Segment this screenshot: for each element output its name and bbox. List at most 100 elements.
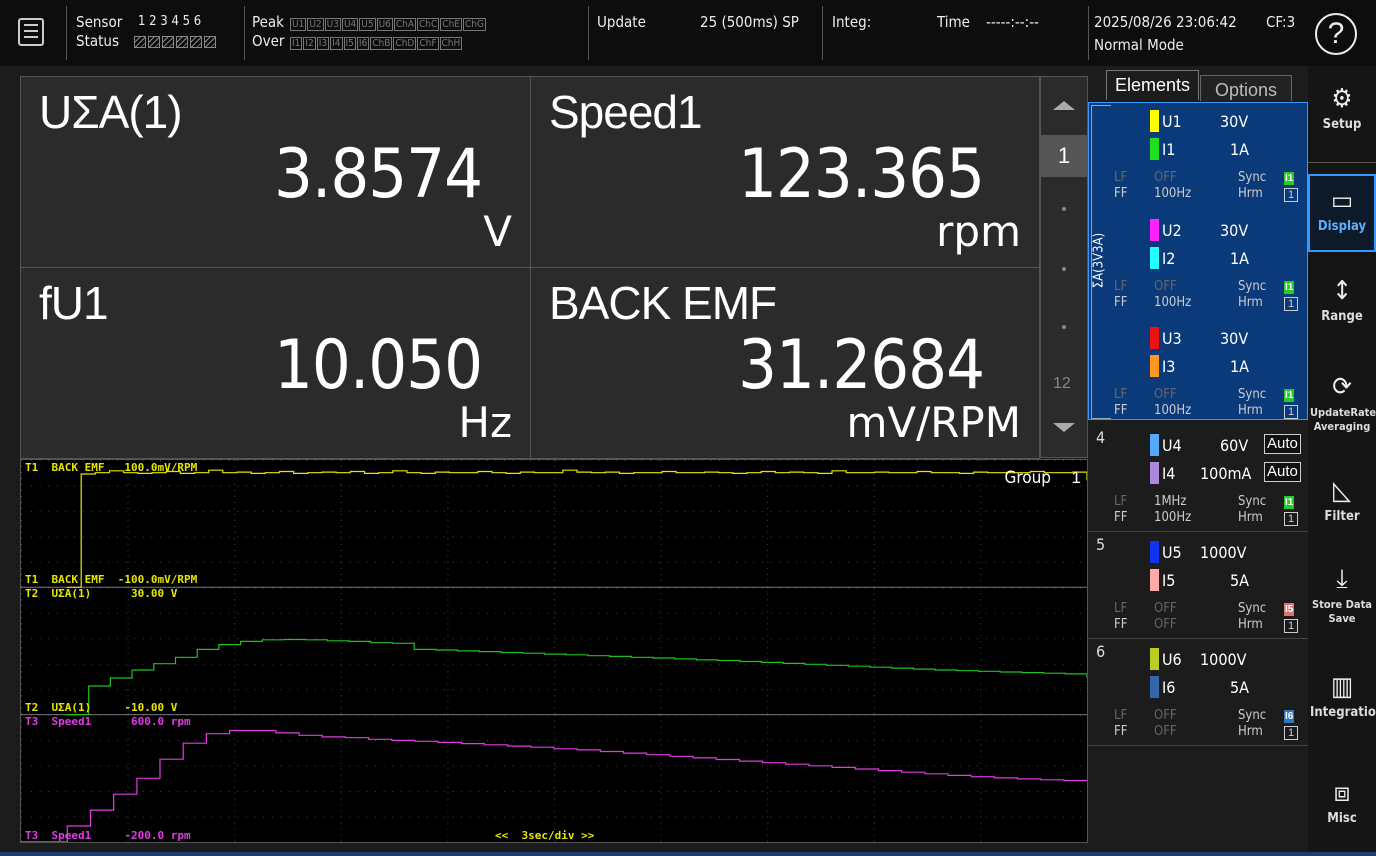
hrm-order-box[interactable]: 1: [1284, 188, 1298, 202]
current-range[interactable]: 5A: [1230, 571, 1249, 590]
value-unit: rpm: [936, 207, 1021, 256]
current-range[interactable]: 100mA: [1200, 464, 1251, 483]
peak-label: Peak: [252, 13, 284, 31]
trend-display[interactable]: Group 1 T1 BACK EMF 100.0mV/RPM T1 BACK …: [20, 459, 1088, 843]
sync-label: Sync: [1238, 708, 1267, 723]
total-pages: 12: [1053, 375, 1071, 392]
menu-display[interactable]: ▭ Display: [1308, 174, 1376, 252]
current-range[interactable]: 1A: [1230, 249, 1249, 268]
value-panel-2[interactable]: Speed1 123.365 rpm: [530, 76, 1040, 268]
current-range[interactable]: 5A: [1230, 678, 1249, 697]
voltage-channel: U5: [1162, 543, 1182, 562]
menu-list-icon[interactable]: [18, 18, 44, 46]
bottom-edge: [0, 852, 1376, 856]
freq-filter-value[interactable]: OFF: [1154, 617, 1177, 632]
wiring-group-1[interactable]: ΣA(3V3A): [1088, 102, 1308, 420]
menu-label: Store Data Save: [1311, 598, 1372, 625]
menu-store-data-save[interactable]: ⤓ Store Data Save: [1308, 564, 1376, 626]
lf-label: LF: [1114, 387, 1128, 402]
value-panel-4[interactable]: BACK EMF 31.2684 mV/RPM: [530, 267, 1040, 459]
menu-updaterate-averaging[interactable]: ⟳ UpdateRate Averaging: [1308, 372, 1376, 434]
value-name: UΣA(1): [39, 86, 183, 138]
value-name: BACK EMF: [549, 277, 777, 329]
line-filter-value[interactable]: OFF: [1154, 387, 1177, 402]
sync-source-chip[interactable]: I5: [1284, 603, 1295, 616]
trace-line-3: [21, 729, 1087, 842]
voltage-color-swatch: [1150, 219, 1159, 241]
freq-filter-value[interactable]: 100Hz: [1154, 295, 1191, 310]
current-range[interactable]: 1A: [1230, 357, 1249, 376]
help-button[interactable]: ?: [1315, 13, 1357, 55]
element-number: 6: [1096, 642, 1106, 661]
crest-factor: CF:3: [1266, 13, 1296, 31]
indicator-chip: ChE: [440, 18, 462, 31]
voltage-range[interactable]: 60V: [1220, 436, 1248, 455]
time-value: -----:--:--: [986, 13, 1039, 31]
current-channel: I4: [1162, 464, 1176, 483]
hrm-label: Hrm: [1238, 295, 1263, 310]
indicator-chip: ChB: [370, 37, 393, 50]
voltage-range[interactable]: 30V: [1220, 221, 1248, 240]
line-filter-value[interactable]: 1MHz: [1154, 494, 1186, 509]
value-panel-3[interactable]: fU1 10.050 Hz: [20, 267, 531, 459]
scroll-down-button[interactable]: [1041, 401, 1087, 457]
sync-source-chip[interactable]: I1: [1284, 389, 1295, 402]
tab-elements[interactable]: Elements: [1106, 70, 1200, 100]
voltage-range[interactable]: 30V: [1220, 112, 1248, 131]
auto-range-badge[interactable]: Auto: [1264, 462, 1301, 482]
voltage-color-swatch: [1150, 648, 1159, 670]
current-range[interactable]: 1A: [1230, 140, 1249, 159]
freq-filter-value[interactable]: 100Hz: [1154, 510, 1191, 525]
page-scroller: 1 12: [1040, 76, 1088, 458]
sync-source-chip[interactable]: I1: [1284, 496, 1295, 509]
hrm-order-box[interactable]: 1: [1284, 619, 1298, 633]
freq-filter-value[interactable]: OFF: [1154, 724, 1177, 739]
freq-filter-value[interactable]: 100Hz: [1154, 403, 1191, 418]
wiring-label: ΣA(3V3A): [1091, 232, 1107, 289]
sync-source-chip[interactable]: I6: [1284, 710, 1295, 723]
value-panel-1[interactable]: UΣA(1) 3.8574 V: [20, 76, 531, 268]
timebase-label[interactable]: << 3sec/div >>: [495, 829, 594, 842]
line-filter-value[interactable]: OFF: [1154, 279, 1177, 294]
menu-label: Range: [1321, 309, 1363, 324]
line-filter-value[interactable]: OFF: [1154, 170, 1177, 185]
line-filter-value[interactable]: OFF: [1154, 601, 1177, 616]
menu-setup[interactable]: ⚙ Setup: [1308, 84, 1376, 132]
over-indicators: I1 I2 I3 I4 I5 I6 ChB ChD ChF ChH: [290, 34, 463, 52]
line-filter-value[interactable]: OFF: [1154, 708, 1177, 723]
menu-misc[interactable]: ⧈ Misc: [1308, 778, 1376, 826]
ff-label: FF: [1114, 403, 1128, 418]
voltage-color-swatch: [1150, 110, 1159, 132]
auto-range-badge[interactable]: Auto: [1264, 434, 1301, 454]
current-page-indicator[interactable]: 1: [1041, 135, 1087, 177]
datetime: 2025/08/26 23:06:42: [1094, 13, 1237, 31]
value-unit: mV/RPM: [846, 398, 1021, 447]
current-channel: I6: [1162, 678, 1176, 697]
voltage-range[interactable]: 1000V: [1200, 543, 1246, 562]
scroll-up-button[interactable]: [1041, 77, 1087, 133]
trace-2-bottom-label: T2 UΣA(1) -10.00 V: [25, 701, 178, 714]
sync-label: Sync: [1238, 279, 1267, 294]
ff-label: FF: [1114, 186, 1128, 201]
sync-source-chip[interactable]: I1: [1284, 172, 1295, 185]
grid: [21, 460, 1087, 842]
sync-source-chip[interactable]: I1: [1284, 281, 1295, 294]
current-color-swatch: [1150, 247, 1159, 269]
menu-integration[interactable]: ▥ Integration: [1308, 672, 1376, 720]
hrm-order-box[interactable]: 1: [1284, 512, 1298, 526]
voltage-range[interactable]: 1000V: [1200, 650, 1246, 669]
tab-options[interactable]: Options: [1200, 75, 1292, 101]
menu-filter[interactable]: ◺ Filter: [1308, 476, 1376, 524]
hrm-order-box[interactable]: 1: [1284, 297, 1298, 311]
hrm-order-box[interactable]: 1: [1284, 405, 1298, 419]
voltage-range[interactable]: 30V: [1220, 329, 1248, 348]
indicator-chip: ChD: [393, 37, 417, 50]
hrm-label: Hrm: [1238, 724, 1263, 739]
hrm-order-box[interactable]: 1: [1284, 726, 1298, 740]
ff-label: FF: [1114, 724, 1128, 739]
current-color-swatch: [1150, 569, 1159, 591]
freq-filter-value[interactable]: 100Hz: [1154, 186, 1191, 201]
trace-line-1: [67, 469, 1087, 588]
menu-range[interactable]: ↕ Range: [1308, 276, 1376, 324]
indicator-chip: I5: [343, 37, 356, 50]
